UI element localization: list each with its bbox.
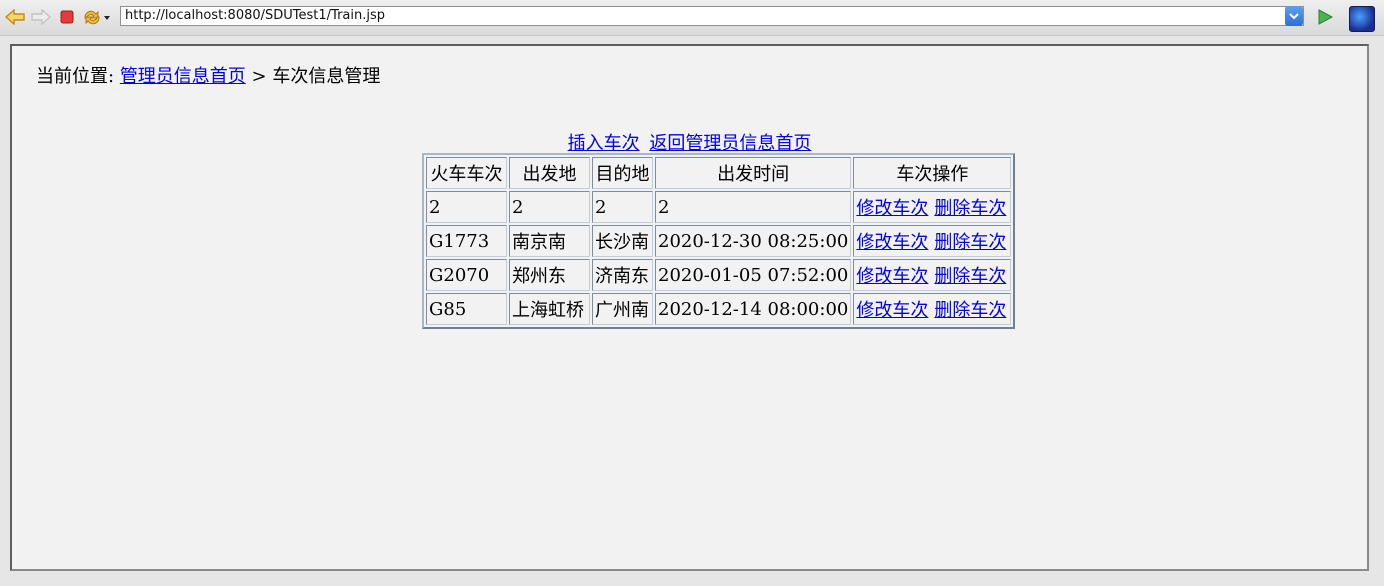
cell-operations: 修改车次 删除车次	[853, 259, 1012, 291]
breadcrumb-current: 车次信息管理	[272, 66, 381, 87]
browser-toolbar: http://localhost:8080/SDUTest1/Train.jsp	[0, 0, 1384, 36]
cell-train-no: 2	[426, 191, 507, 223]
cell-departure: 上海虹桥	[509, 293, 590, 325]
cell-train-no: G2070	[426, 259, 507, 291]
breadcrumb-prefix: 当前位置:	[36, 66, 115, 87]
breadcrumb-home-link[interactable]: 管理员信息首页	[120, 66, 246, 87]
extension-icon[interactable]	[1349, 6, 1375, 32]
back-to-admin-home-link[interactable]: 返回管理员信息首页	[649, 133, 811, 154]
go-play-icon[interactable]	[1316, 8, 1334, 30]
header-train-no: 火车车次	[426, 157, 507, 189]
page-content: 当前位置: 管理员信息首页 > 车次信息管理 插入车次 返回管理员信息首页 火车…	[10, 44, 1369, 571]
train-table: 火车车次 出发地 目的地 出发时间 车次操作 2 2 2 2 修改车次 删除车次 …	[422, 153, 1016, 329]
insert-train-link[interactable]: 插入车次	[568, 133, 640, 154]
cell-departure-time: 2020-12-30 08:25:00	[655, 225, 852, 257]
cell-departure-time: 2	[655, 191, 852, 223]
edit-train-link[interactable]: 修改车次	[856, 266, 928, 287]
cell-departure-time: 2020-12-14 08:00:00	[655, 293, 852, 325]
delete-train-link[interactable]: 删除车次	[934, 300, 1006, 321]
cell-destination: 2	[592, 191, 653, 223]
forward-arrow-icon[interactable]	[30, 7, 52, 27]
refresh-menu-icon[interactable]	[82, 7, 112, 27]
address-bar[interactable]: http://localhost:8080/SDUTest1/Train.jsp	[120, 6, 1304, 26]
table-header-row: 火车车次 出发地 目的地 出发时间 车次操作	[426, 157, 1012, 189]
header-departure: 出发地	[509, 157, 590, 189]
table-row: G85 上海虹桥 广州南 2020-12-14 08:00:00 修改车次 删除车…	[426, 293, 1012, 325]
table-row: G2070 郑州东 济南东 2020-01-05 07:52:00 修改车次 删除…	[426, 259, 1012, 291]
table-row: 2 2 2 2 修改车次 删除车次	[426, 191, 1012, 223]
cell-destination: 济南东	[592, 259, 653, 291]
cell-departure: 郑州东	[509, 259, 590, 291]
delete-train-link[interactable]: 删除车次	[934, 232, 1006, 253]
header-destination: 目的地	[592, 157, 653, 189]
header-departure-time: 出发时间	[655, 157, 852, 189]
stop-icon[interactable]	[56, 7, 78, 27]
cell-operations: 修改车次 删除车次	[853, 191, 1012, 223]
cell-destination: 广州南	[592, 293, 653, 325]
header-operations: 车次操作	[853, 157, 1012, 189]
delete-train-link[interactable]: 删除车次	[934, 198, 1006, 219]
cell-train-no: G85	[426, 293, 507, 325]
cell-departure: 南京南	[509, 225, 590, 257]
edit-train-link[interactable]: 修改车次	[856, 232, 928, 253]
cell-train-no: G1773	[426, 225, 507, 257]
cell-operations: 修改车次 删除车次	[853, 293, 1012, 325]
cell-operations: 修改车次 删除车次	[853, 225, 1012, 257]
breadcrumb-separator: >	[251, 66, 267, 87]
breadcrumb: 当前位置: 管理员信息首页 > 车次信息管理	[36, 62, 380, 88]
delete-train-link[interactable]: 删除车次	[934, 266, 1006, 287]
cell-departure: 2	[509, 191, 590, 223]
edit-train-link[interactable]: 修改车次	[856, 300, 928, 321]
table-row: G1773 南京南 长沙南 2020-12-30 08:25:00 修改车次 删除…	[426, 225, 1012, 257]
back-arrow-icon[interactable]	[4, 7, 26, 27]
cell-destination: 长沙南	[592, 225, 653, 257]
cell-departure-time: 2020-01-05 07:52:00	[655, 259, 852, 291]
edit-train-link[interactable]: 修改车次	[856, 198, 928, 219]
action-links: 插入车次 返回管理员信息首页	[12, 129, 1367, 155]
chevron-down-icon[interactable]	[1285, 6, 1303, 26]
